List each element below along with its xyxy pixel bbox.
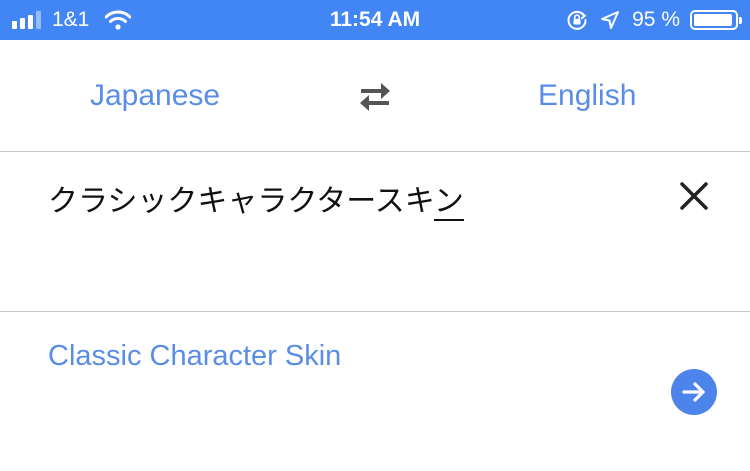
battery-level — [694, 14, 732, 26]
language-bar: Japanese English — [0, 40, 750, 152]
location-arrow-icon — [601, 11, 620, 29]
arrow-right-icon — [682, 382, 705, 402]
open-translation-button[interactable] — [671, 369, 717, 415]
translation-text[interactable]: Classic Character Skin — [48, 340, 341, 373]
translate-screen: 1&1 11:54 AM 95 % Japanese English クラシック… — [0, 0, 750, 471]
target-language-button[interactable]: English — [538, 40, 636, 152]
swap-arrows-icon[interactable] — [355, 78, 395, 114]
source-text-area[interactable]: クラシックキャラクタースキン — [0, 152, 750, 312]
source-text-input[interactable]: クラシックキャラクタースキン — [48, 176, 464, 221]
translation-result: Classic Character Skin — [0, 312, 750, 471]
close-icon[interactable] — [676, 178, 712, 214]
source-language-button[interactable]: Japanese — [90, 40, 220, 152]
battery-percent: 95 % — [632, 8, 680, 31]
source-text-committed: クラシックキャラクタースキ — [48, 184, 434, 219]
source-text-composing: ン — [433, 184, 464, 221]
battery-icon — [690, 10, 742, 30]
status-bar: 1&1 11:54 AM 95 % — [0, 0, 750, 40]
rotation-lock-icon — [567, 10, 587, 30]
status-right: 95 % — [566, 0, 742, 40]
